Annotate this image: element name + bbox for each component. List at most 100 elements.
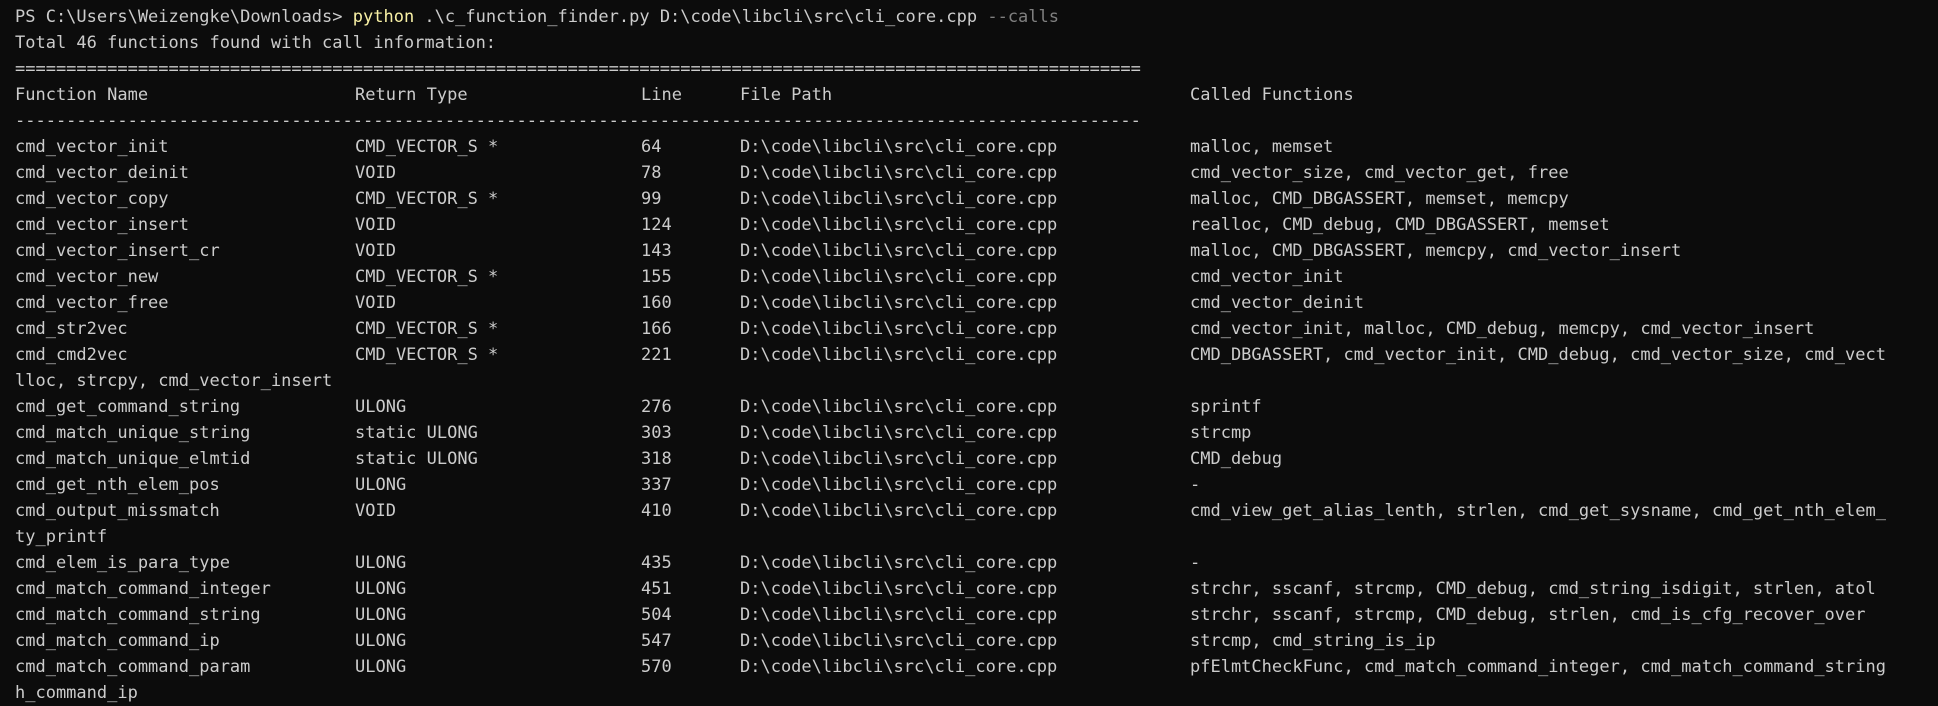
return-type-cell: CMD_VECTOR_S * — [355, 189, 499, 209]
line-number-cell: 504 — [641, 605, 672, 625]
wrapped-line: ty_printf — [15, 527, 108, 547]
line-number-cell: 435 — [641, 553, 672, 573]
called-functions-cell: strcmp, cmd_string_is_ip — [1190, 631, 1436, 651]
called-functions-cell: strcmp — [1190, 423, 1252, 443]
line-number-cell: 570 — [641, 657, 672, 677]
table-row: cmd_elem_is_para_type ULONG 435 D:\code\lib… — [15, 550, 1938, 576]
called-functions-cell: malloc, CMD_DBGASSERT, memcpy, cmd_vecto… — [1190, 241, 1682, 261]
return-type-cell: ULONG — [355, 657, 407, 677]
line-number-cell: 303 — [641, 423, 672, 443]
return-type-cell: CMD_VECTOR_S * — [355, 345, 499, 365]
header-called-functions: Called Functions — [1190, 85, 1354, 105]
function-name-cell: cmd_match_command_ip — [15, 631, 220, 651]
called-functions-cell: malloc, CMD_DBGASSERT, memset, memcpy — [1190, 189, 1569, 209]
file-path-cell: D:\code\libcli\src\cli_core.cpp — [740, 345, 1058, 365]
table-row: cmd_vector_insert_cr VOID 143 D:\code\libcl… — [15, 238, 1938, 264]
file-path-cell: D:\code\libcli\src\cli_core.cpp — [740, 215, 1058, 235]
file-path-cell: D:\code\libcli\src\cli_core.cpp — [740, 605, 1058, 625]
line-number-cell: 221 — [641, 345, 672, 365]
return-type-cell: ULONG — [355, 397, 407, 417]
header-function-name: Function Name — [15, 85, 149, 105]
function-name-cell: cmd_elem_is_para_type — [15, 553, 230, 573]
line-number-cell: 166 — [641, 319, 672, 339]
wrapped-line: lloc, strcpy, cmd_vector_insert — [15, 371, 333, 391]
separator-single: ----------------------------------------… — [15, 111, 1141, 131]
function-name-cell: cmd_vector_new — [15, 267, 159, 287]
line-number-cell: 160 — [641, 293, 672, 313]
line-number-cell: 64 — [641, 137, 662, 157]
line-number-cell: 143 — [641, 241, 672, 261]
table-row: cmd_get_nth_elem_pos ULONG 337 D:\code\libc… — [15, 472, 1938, 498]
separator-double: ========================================… — [15, 59, 1141, 79]
called-functions-cell: strchr, sscanf, strcmp, CMD_debug, strle… — [1190, 605, 1866, 625]
table-row: cmd_cmd2vec CMD_VECTOR_S * 221 D:\code\libc… — [15, 342, 1938, 368]
line-number-cell: 337 — [641, 475, 672, 495]
table-row: cmd_vector_deinit VOID 78 D:\code\libcli\sr… — [15, 160, 1938, 186]
table-row: cmd_output_missmatch VOID 410 D:\code\libcl… — [15, 498, 1938, 524]
called-functions-cell: cmd_view_get_alias_lenth, strlen, cmd_ge… — [1190, 501, 1886, 521]
header-return-type: Return Type — [355, 85, 468, 105]
file-path-cell: D:\code\libcli\src\cli_core.cpp — [740, 553, 1058, 573]
function-name-cell: cmd_vector_free — [15, 293, 169, 313]
file-path-cell: D:\code\libcli\src\cli_core.cpp — [740, 449, 1058, 469]
called-functions-cell: strchr, sscanf, strcmp, CMD_debug, cmd_s… — [1190, 579, 1876, 599]
called-functions-cell: cmd_vector_deinit — [1190, 293, 1364, 313]
line-number-cell: 124 — [641, 215, 672, 235]
line-number-cell: 451 — [641, 579, 672, 599]
command-line: PS C:\Users\Weizengke\Downloads> python … — [15, 4, 1938, 30]
table-row: cmd_vector_copy CMD_VECTOR_S * 99 D:\code\l… — [15, 186, 1938, 212]
called-functions-cell: - — [1190, 475, 1201, 495]
file-path-cell: D:\code\libcli\src\cli_core.cpp — [740, 631, 1058, 651]
file-path-cell: D:\code\libcli\src\cli_core.cpp — [740, 241, 1058, 261]
called-functions-cell: CMD_debug — [1190, 449, 1283, 469]
file-path-cell: D:\code\libcli\src\cli_core.cpp — [740, 319, 1058, 339]
called-functions-cell: - — [1190, 553, 1201, 573]
function-name-cell: cmd_match_unique_string — [15, 423, 251, 443]
header-line: Line — [641, 85, 682, 105]
called-functions-cell: cmd_vector_size, cmd_vector_get, free — [1190, 163, 1569, 183]
return-type-cell: CMD_VECTOR_S * — [355, 319, 499, 339]
file-path-cell: D:\code\libcli\src\cli_core.cpp — [740, 189, 1058, 209]
called-functions-cell: malloc, memset — [1190, 137, 1334, 157]
function-name-cell: cmd_str2vec — [15, 319, 128, 339]
return-type-cell: ULONG — [355, 605, 407, 625]
return-type-cell: ULONG — [355, 579, 407, 599]
called-functions-cell: sprintf — [1190, 397, 1262, 417]
function-name-cell: cmd_output_missmatch — [15, 501, 220, 521]
return-type-cell: CMD_VECTOR_S * — [355, 267, 499, 287]
file-path-cell: D:\code\libcli\src\cli_core.cpp — [740, 293, 1058, 313]
called-functions-cell: CMD_DBGASSERT, cmd_vector_init, CMD_debu… — [1190, 345, 1886, 365]
return-type-cell: VOID — [355, 501, 396, 521]
file-path-cell: D:\code\libcli\src\cli_core.cpp — [740, 501, 1058, 521]
line-number-cell: 547 — [641, 631, 672, 651]
function-name-cell: cmd_vector_init — [15, 137, 169, 157]
function-name-cell: cmd_vector_deinit — [15, 163, 189, 183]
function-name-cell: cmd_vector_insert — [15, 215, 189, 235]
function-name-cell: cmd_cmd2vec — [15, 345, 128, 365]
prompt: PS C:\Users\Weizengke\Downloads> — [15, 7, 353, 27]
return-type-cell: VOID — [355, 293, 396, 313]
function-name-cell: cmd_vector_copy — [15, 189, 169, 209]
return-type-cell: CMD_VECTOR_S * — [355, 137, 499, 157]
return-type-cell: VOID — [355, 241, 396, 261]
wrapped-line: h_command_ip — [15, 683, 138, 703]
function-name-cell: cmd_get_nth_elem_pos — [15, 475, 220, 495]
file-path-cell: D:\code\libcli\src\cli_core.cpp — [740, 579, 1058, 599]
called-functions-cell: cmd_vector_init — [1190, 267, 1344, 287]
table-row: cmd_vector_insert VOID 124 D:\code\libcli\s… — [15, 212, 1938, 238]
command-name: python — [352, 7, 415, 27]
table-row: cmd_str2vec CMD_VECTOR_S * 166 D:\code\libc… — [15, 316, 1938, 342]
table-row: cmd_match_command_integer ULONG 451 D:\code… — [15, 576, 1938, 602]
table-row: cmd_get_command_string ULONG 276 D:\code\li… — [15, 394, 1938, 420]
table-row: cmd_match_command_param ULONG 570 D:\code\l… — [15, 654, 1938, 680]
called-functions-cell: cmd_vector_init, malloc, CMD_debug, memc… — [1190, 319, 1815, 339]
table-header: Function Name Return Type Line File Path Cal… — [15, 82, 1938, 108]
file-path-cell: D:\code\libcli\src\cli_core.cpp — [740, 475, 1058, 495]
called-functions-cell: pfElmtCheckFunc, cmd_match_command_integ… — [1190, 657, 1886, 677]
file-path-cell: D:\code\libcli\src\cli_core.cpp — [740, 657, 1058, 677]
table-row: cmd_match_unique_elmtid static ULONG 318 D:… — [15, 446, 1938, 472]
called-functions-cell: realloc, CMD_debug, CMD_DBGASSERT, memse… — [1190, 215, 1610, 235]
terminal-window[interactable]: PS C:\Users\Weizengke\Downloads> python … — [0, 0, 1938, 706]
table-body: cmd_vector_init CMD_VECTOR_S * 64 D:\code\l… — [15, 134, 1938, 706]
line-number-cell: 155 — [641, 267, 672, 287]
